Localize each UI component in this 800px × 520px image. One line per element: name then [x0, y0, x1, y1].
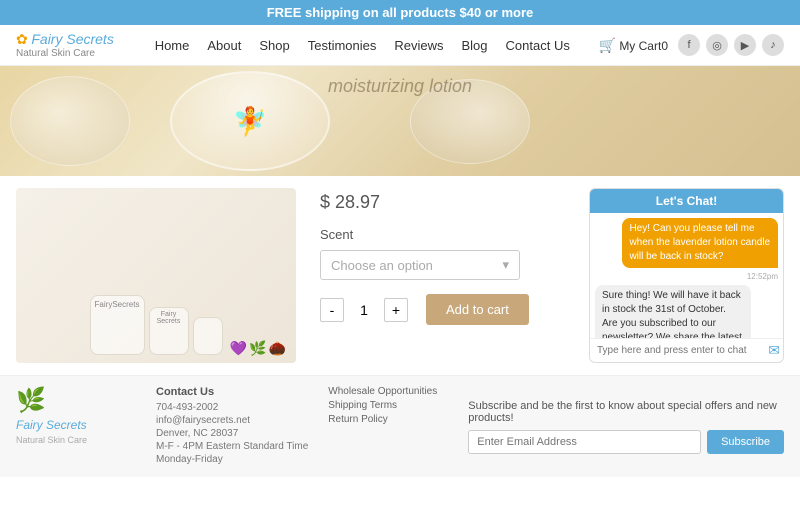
nav-reviews[interactable]: Reviews	[394, 38, 443, 53]
banner-free: FREE	[267, 5, 302, 20]
footer-links: Wholesale Opportunities Shipping Terms R…	[328, 386, 448, 467]
product-jars: FairySecrets Fairy Secrets	[82, 287, 231, 363]
product-jar-large: FairySecrets	[90, 295, 145, 355]
chat-send-button[interactable]: ✉	[768, 342, 780, 359]
scent-label: Scent	[320, 227, 573, 242]
site-header: ✿ Fairy Secrets Natural Skin Care Home A…	[0, 25, 800, 66]
product-details: $ 28.97 Scent Choose an option ▾ - 1 + A…	[312, 188, 573, 363]
nav-contact[interactable]: Contact Us	[506, 38, 570, 53]
site-footer: 🌿 Fairy Secrets Natural Skin Care Contac…	[0, 375, 800, 477]
subscribe-button[interactable]: Subscribe	[707, 430, 784, 454]
footer-contact: Contact Us 704-493-2002 info@fairysecret…	[156, 386, 308, 467]
chat-message-1: Hey! Can you please tell me when the lav…	[622, 218, 778, 268]
herb-spice: 🌰	[269, 340, 286, 357]
herb-vanilla: 🌿	[249, 340, 266, 357]
footer-contact-title: Contact Us	[156, 386, 308, 398]
nav-shop[interactable]: Shop	[259, 38, 289, 53]
hero-text: moisturizing lotion	[328, 76, 472, 97]
social-icons: f ◎ ▶ ♪	[678, 34, 784, 56]
product-jar-small	[193, 317, 223, 355]
footer-logo-icon: 🌿	[16, 386, 136, 415]
herb-lavender: 💜	[230, 340, 247, 357]
add-to-cart-button[interactable]: Add to cart	[426, 294, 529, 325]
scent-placeholder: Choose an option	[331, 258, 433, 273]
main-nav: Home About Shop Testimonies Reviews Blog…	[126, 38, 599, 53]
hero-jar-center: 🧚	[170, 71, 330, 171]
logo-tagline: Natural Skin Care	[16, 48, 126, 59]
chat-messages: Hey! Can you please tell me when the lav…	[590, 213, 783, 338]
product-herbs: 💜 🌿 🌰	[230, 340, 286, 357]
nav-blog[interactable]: Blog	[462, 38, 488, 53]
product-price: $ 28.97	[320, 192, 573, 213]
facebook-icon[interactable]: f	[678, 34, 700, 56]
subscribe-text: Subscribe and be the first to know about…	[468, 400, 784, 424]
hero-banner: 🧚 moisturizing lotion	[0, 66, 800, 176]
logo-name: ✿ Fairy Secrets	[16, 31, 126, 48]
chevron-down-icon: ▾	[502, 257, 509, 273]
youtube-icon[interactable]: ▶	[734, 34, 756, 56]
cart-count: 0	[661, 39, 668, 53]
nav-home[interactable]: Home	[155, 38, 190, 53]
footer-phone: 704-493-2002	[156, 402, 308, 413]
cart-icon: 🛒	[599, 37, 616, 53]
footer-address: Denver, NC 28037	[156, 428, 308, 439]
chat-widget: Let's Chat! Hey! Can you please tell me …	[589, 188, 784, 363]
instagram-icon[interactable]: ◎	[706, 34, 728, 56]
product-image: FairySecrets Fairy Secrets 💜 🌿 🌰	[16, 188, 296, 363]
hero-jar-left	[10, 76, 130, 166]
quantity-value: 1	[354, 302, 374, 318]
scent-select[interactable]: Choose an option ▾	[320, 250, 520, 280]
cart-button[interactable]: 🛒 My Cart0	[599, 37, 668, 54]
footer-email: info@fairysecrets.net	[156, 415, 308, 426]
chat-message-2: Sure thing! We will have it back in stoc…	[595, 285, 751, 338]
nav-about[interactable]: About	[207, 38, 241, 53]
nav-testimonies[interactable]: Testimonies	[308, 38, 377, 53]
footer-link-wholesale[interactable]: Wholesale Opportunities	[328, 386, 448, 397]
subscribe-row: Subscribe	[468, 430, 784, 454]
footer-link-return[interactable]: Return Policy	[328, 414, 448, 425]
subscribe-email-input[interactable]	[468, 430, 701, 454]
chat-header: Let's Chat!	[590, 189, 783, 213]
product-jar-medium: Fairy Secrets	[149, 307, 189, 355]
footer-days: Monday-Friday	[156, 454, 308, 465]
footer-logo-name: Fairy Secrets	[16, 418, 136, 432]
quantity-increase-button[interactable]: +	[384, 298, 408, 322]
chat-input-row: ✉	[590, 338, 783, 362]
cart-label: My Cart	[619, 39, 661, 53]
fairy-figure: 🧚	[233, 105, 268, 138]
main-content: FairySecrets Fairy Secrets 💜 🌿 🌰 $ 28.97…	[0, 176, 800, 375]
chat-time-1: 12:52pm	[595, 272, 778, 281]
banner-text: FREE shipping on all products $40 or mor…	[267, 5, 534, 20]
footer-link-shipping[interactable]: Shipping Terms	[328, 400, 448, 411]
footer-logo: 🌿 Fairy Secrets Natural Skin Care	[16, 386, 136, 467]
header-right: 🛒 My Cart0 f ◎ ▶ ♪	[599, 34, 784, 56]
quantity-decrease-button[interactable]: -	[320, 298, 344, 322]
quantity-row: - 1 + Add to cart	[320, 294, 573, 325]
logo-area: ✿ Fairy Secrets Natural Skin Care	[16, 31, 126, 59]
footer-hours: M-F - 4PM Eastern Standard Time	[156, 441, 308, 452]
promo-banner: FREE shipping on all products $40 or mor…	[0, 0, 800, 25]
footer-subscribe: Subscribe and be the first to know about…	[468, 386, 784, 467]
footer-logo-tagline: Natural Skin Care	[16, 435, 136, 445]
chat-input[interactable]	[593, 342, 768, 359]
banner-rest: shipping on all products $40 or more	[301, 5, 533, 20]
tiktok-icon[interactable]: ♪	[762, 34, 784, 56]
